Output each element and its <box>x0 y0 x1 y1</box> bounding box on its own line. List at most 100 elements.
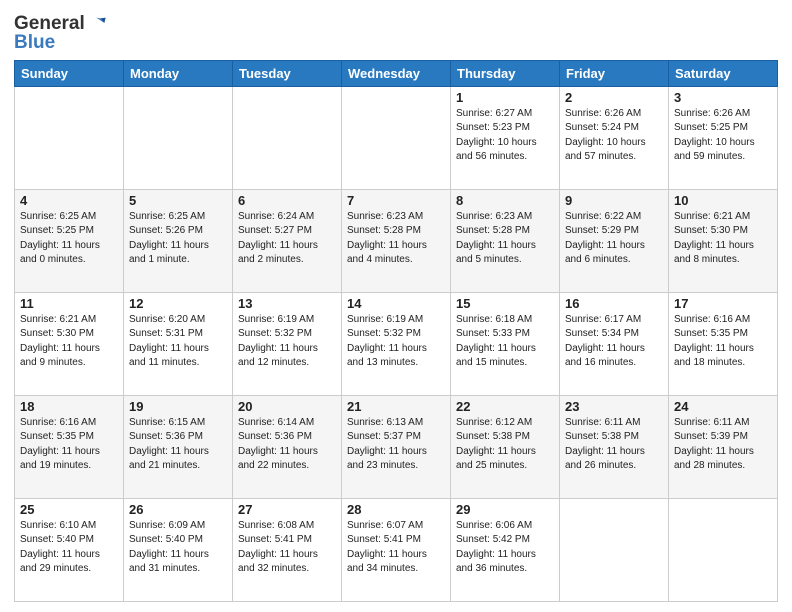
calendar-cell: 27 Sunrise: 6:08 AM Sunset: 5:41 PM Dayli… <box>233 498 342 601</box>
calendar-week-1: 4 Sunrise: 6:25 AM Sunset: 5:25 PM Daylig… <box>15 189 778 292</box>
day-number: 1 <box>456 90 554 105</box>
calendar-cell: 3 Sunrise: 6:26 AM Sunset: 5:25 PM Daylig… <box>669 86 778 189</box>
day-info: Sunrise: 6:19 AM Sunset: 5:32 PM Dayligh… <box>347 313 445 371</box>
day-number: 20 <box>238 399 336 414</box>
calendar-cell: 19 Sunrise: 6:15 AM Sunset: 5:36 PM Dayli… <box>124 395 233 498</box>
calendar-cell <box>15 86 124 189</box>
day-info: Sunrise: 6:23 AM Sunset: 5:28 PM Dayligh… <box>347 210 445 268</box>
day-info: Sunrise: 6:21 AM Sunset: 5:30 PM Dayligh… <box>674 210 772 268</box>
day-number: 19 <box>129 399 227 414</box>
calendar-cell: 24 Sunrise: 6:11 AM Sunset: 5:39 PM Dayli… <box>669 395 778 498</box>
day-info: Sunrise: 6:07 AM Sunset: 5:41 PM Dayligh… <box>347 519 445 577</box>
calendar-cell: 22 Sunrise: 6:12 AM Sunset: 5:38 PM Dayli… <box>451 395 560 498</box>
day-info: Sunrise: 6:11 AM Sunset: 5:38 PM Dayligh… <box>565 416 663 474</box>
day-info: Sunrise: 6:21 AM Sunset: 5:30 PM Dayligh… <box>20 313 118 371</box>
calendar-cell: 20Sunrise: 6:14 AM Sunset: 5:36 PM Dayli… <box>233 395 342 498</box>
calendar-cell: 8 Sunrise: 6:23 AM Sunset: 5:28 PM Daylig… <box>451 189 560 292</box>
calendar-cell: 9 Sunrise: 6:22 AM Sunset: 5:29 PM Daylig… <box>560 189 669 292</box>
calendar-cell: 12Sunrise: 6:20 AM Sunset: 5:31 PM Dayli… <box>124 292 233 395</box>
day-info: Sunrise: 6:20 AM Sunset: 5:31 PM Dayligh… <box>129 313 227 371</box>
calendar-cell: 21 Sunrise: 6:13 AM Sunset: 5:37 PM Dayli… <box>342 395 451 498</box>
day-info: Sunrise: 6:26 AM Sunset: 5:25 PM Dayligh… <box>674 107 772 165</box>
day-info: Sunrise: 6:17 AM Sunset: 5:34 PM Dayligh… <box>565 313 663 371</box>
calendar-week-2: 11Sunrise: 6:21 AM Sunset: 5:30 PM Dayli… <box>15 292 778 395</box>
day-info: Sunrise: 6:08 AM Sunset: 5:41 PM Dayligh… <box>238 519 336 577</box>
calendar-cell: 25 Sunrise: 6:10 AM Sunset: 5:40 PM Dayli… <box>15 498 124 601</box>
day-number: 4 <box>20 193 118 208</box>
day-info: Sunrise: 6:18 AM Sunset: 5:33 PM Dayligh… <box>456 313 554 371</box>
day-number: 28 <box>347 502 445 517</box>
day-number: 29 <box>456 502 554 517</box>
day-info: Sunrise: 6:25 AM Sunset: 5:25 PM Dayligh… <box>20 210 118 268</box>
calendar-cell <box>233 86 342 189</box>
col-monday: Monday <box>124 60 233 86</box>
calendar-cell: 5 Sunrise: 6:25 AM Sunset: 5:26 PM Daylig… <box>124 189 233 292</box>
calendar-table: Sunday Monday Tuesday Wednesday Thursday… <box>14 60 778 602</box>
calendar-cell: 29 Sunrise: 6:06 AM Sunset: 5:42 PM Dayli… <box>451 498 560 601</box>
day-info: Sunrise: 6:15 AM Sunset: 5:36 PM Dayligh… <box>129 416 227 474</box>
calendar-cell: 23 Sunrise: 6:11 AM Sunset: 5:38 PM Dayli… <box>560 395 669 498</box>
calendar-week-3: 18 Sunrise: 6:16 AM Sunset: 5:35 PM Dayli… <box>15 395 778 498</box>
day-info: Sunrise: 6:12 AM Sunset: 5:38 PM Dayligh… <box>456 416 554 474</box>
calendar-cell: 15 Sunrise: 6:18 AM Sunset: 5:33 PM Dayli… <box>451 292 560 395</box>
day-number: 7 <box>347 193 445 208</box>
header-row: Sunday Monday Tuesday Wednesday Thursday… <box>15 60 778 86</box>
col-sunday: Sunday <box>15 60 124 86</box>
day-info: Sunrise: 6:06 AM Sunset: 5:42 PM Dayligh… <box>456 519 554 577</box>
calendar-week-0: 1Sunrise: 6:27 AM Sunset: 5:23 PM Daylig… <box>15 86 778 189</box>
day-number: 15 <box>456 296 554 311</box>
day-number: 27 <box>238 502 336 517</box>
calendar-cell: 11Sunrise: 6:21 AM Sunset: 5:30 PM Dayli… <box>15 292 124 395</box>
col-friday: Friday <box>560 60 669 86</box>
day-number: 24 <box>674 399 772 414</box>
day-number: 17 <box>674 296 772 311</box>
day-number: 5 <box>129 193 227 208</box>
col-tuesday: Tuesday <box>233 60 342 86</box>
calendar-cell: 10 Sunrise: 6:21 AM Sunset: 5:30 PM Dayli… <box>669 189 778 292</box>
day-number: 8 <box>456 193 554 208</box>
day-info: Sunrise: 6:23 AM Sunset: 5:28 PM Dayligh… <box>456 210 554 268</box>
calendar-cell <box>560 498 669 601</box>
day-info: Sunrise: 6:16 AM Sunset: 5:35 PM Dayligh… <box>674 313 772 371</box>
header: General Blue <box>14 10 778 54</box>
calendar-cell: 1Sunrise: 6:27 AM Sunset: 5:23 PM Daylig… <box>451 86 560 189</box>
calendar-cell <box>669 498 778 601</box>
day-number: 26 <box>129 502 227 517</box>
day-number: 9 <box>565 193 663 208</box>
calendar-cell: 14Sunrise: 6:19 AM Sunset: 5:32 PM Dayli… <box>342 292 451 395</box>
calendar-cell: 28 Sunrise: 6:07 AM Sunset: 5:41 PM Dayli… <box>342 498 451 601</box>
day-number: 3 <box>674 90 772 105</box>
calendar-cell: 26 Sunrise: 6:09 AM Sunset: 5:40 PM Dayli… <box>124 498 233 601</box>
day-number: 18 <box>20 399 118 414</box>
day-info: Sunrise: 6:16 AM Sunset: 5:35 PM Dayligh… <box>20 416 118 474</box>
day-info: Sunrise: 6:22 AM Sunset: 5:29 PM Dayligh… <box>565 210 663 268</box>
day-info: Sunrise: 6:11 AM Sunset: 5:39 PM Dayligh… <box>674 416 772 474</box>
day-info: Sunrise: 6:25 AM Sunset: 5:26 PM Dayligh… <box>129 210 227 268</box>
day-info: Sunrise: 6:26 AM Sunset: 5:24 PM Dayligh… <box>565 107 663 165</box>
day-info: Sunrise: 6:09 AM Sunset: 5:40 PM Dayligh… <box>129 519 227 577</box>
day-number: 22 <box>456 399 554 414</box>
col-saturday: Saturday <box>669 60 778 86</box>
day-number: 2 <box>565 90 663 105</box>
day-number: 10 <box>674 193 772 208</box>
logo: General Blue <box>14 14 107 54</box>
day-number: 13 <box>238 296 336 311</box>
day-number: 25 <box>20 502 118 517</box>
calendar-week-4: 25 Sunrise: 6:10 AM Sunset: 5:40 PM Dayli… <box>15 498 778 601</box>
calendar-cell: 6 Sunrise: 6:24 AM Sunset: 5:27 PM Daylig… <box>233 189 342 292</box>
page: General Blue Sunday Monday Tuesday Wedne… <box>0 0 792 612</box>
calendar-cell <box>124 86 233 189</box>
calendar-cell <box>342 86 451 189</box>
day-number: 6 <box>238 193 336 208</box>
day-info: Sunrise: 6:19 AM Sunset: 5:32 PM Dayligh… <box>238 313 336 371</box>
day-number: 16 <box>565 296 663 311</box>
day-info: Sunrise: 6:10 AM Sunset: 5:40 PM Dayligh… <box>20 519 118 577</box>
calendar-cell: 16 Sunrise: 6:17 AM Sunset: 5:34 PM Dayli… <box>560 292 669 395</box>
day-info: Sunrise: 6:13 AM Sunset: 5:37 PM Dayligh… <box>347 416 445 474</box>
calendar-cell: 18 Sunrise: 6:16 AM Sunset: 5:35 PM Dayli… <box>15 395 124 498</box>
day-info: Sunrise: 6:24 AM Sunset: 5:27 PM Dayligh… <box>238 210 336 268</box>
day-number: 21 <box>347 399 445 414</box>
day-number: 23 <box>565 399 663 414</box>
calendar-cell: 13 Sunrise: 6:19 AM Sunset: 5:32 PM Dayli… <box>233 292 342 395</box>
calendar-cell: 4 Sunrise: 6:25 AM Sunset: 5:25 PM Daylig… <box>15 189 124 292</box>
